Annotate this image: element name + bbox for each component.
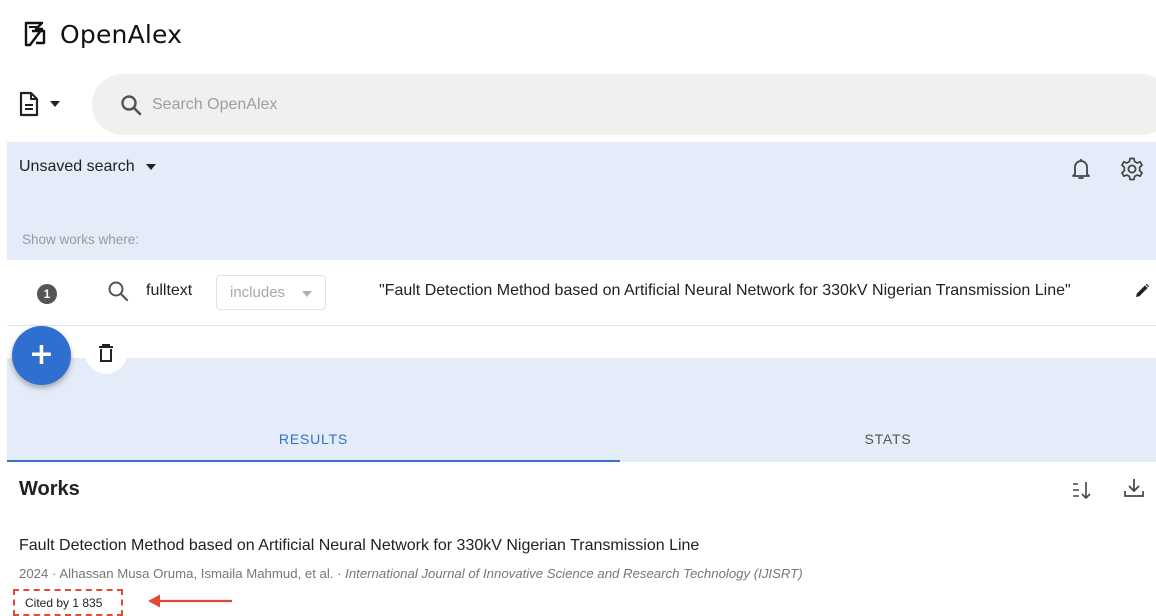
results-tabs: RESULTS STATS [7,416,1156,462]
openalex-logo-icon [24,21,46,47]
caret-down-icon [50,101,60,107]
filter-actions-row [7,326,1156,358]
filter-field-label: fulltext [146,282,193,299]
works-heading: Works [19,478,80,500]
tab-stats-label: STATS [864,431,912,447]
download-icon[interactable] [1122,476,1146,500]
sort-icon[interactable] [1070,478,1094,502]
filter-operator-value: includes [230,284,286,301]
query-panel: Unsaved search Show works where: 1 fullt… [7,142,1156,462]
trash-icon [99,344,113,362]
tab-results-label: RESULTS [278,431,349,447]
app-name: OpenAlex [60,19,183,49]
saved-search-menu[interactable]: Unsaved search [19,158,157,176]
search-icon [121,94,142,115]
result-year-authors: 2024 · Alhassan Musa Oruma, Ismaila Mahm… [19,566,346,581]
app-logo[interactable]: OpenAlex [20,14,182,54]
document-icon [19,91,39,117]
search-icon [108,281,129,302]
saved-search-label: Unsaved search [19,158,135,175]
tab-results[interactable]: RESULTS [7,416,620,462]
show-works-where-label: Show works where: [22,232,140,247]
gear-icon[interactable] [1119,156,1145,182]
caret-down-icon [145,164,156,170]
bell-icon[interactable] [1068,156,1094,182]
filter-operator-select[interactable]: includes [216,275,326,310]
caret-down-icon [302,291,312,297]
cited-by-count: Cited by 1 835 [25,595,103,610]
cited-by-link[interactable]: Cited by 1 835 [13,589,123,616]
add-filter-button[interactable]: + [12,326,71,385]
plus-icon: + [28,336,55,372]
entity-type-selector[interactable] [18,88,70,120]
filter-value[interactable]: "Fault Detection Method based on Artific… [379,282,1071,300]
filter-number-badge: 1 [37,284,57,304]
tab-stats[interactable]: STATS [620,416,1156,462]
active-tab-indicator [7,460,620,462]
delete-filter-button[interactable] [85,332,127,374]
result-meta: 2024 · Alhassan Musa Oruma, Ismaila Mahm… [19,566,803,581]
search-input[interactable] [152,95,752,114]
filter-row: 1 fulltext includes "Fault Detection Met… [7,260,1156,326]
result-venue[interactable]: International Journal of Innovative Scie… [345,566,802,581]
result-title-link[interactable]: Fault Detection Method based on Artifici… [19,537,699,555]
search-bar[interactable] [92,74,1156,135]
pencil-icon[interactable] [1134,283,1150,299]
arrow-left-icon [148,594,232,608]
